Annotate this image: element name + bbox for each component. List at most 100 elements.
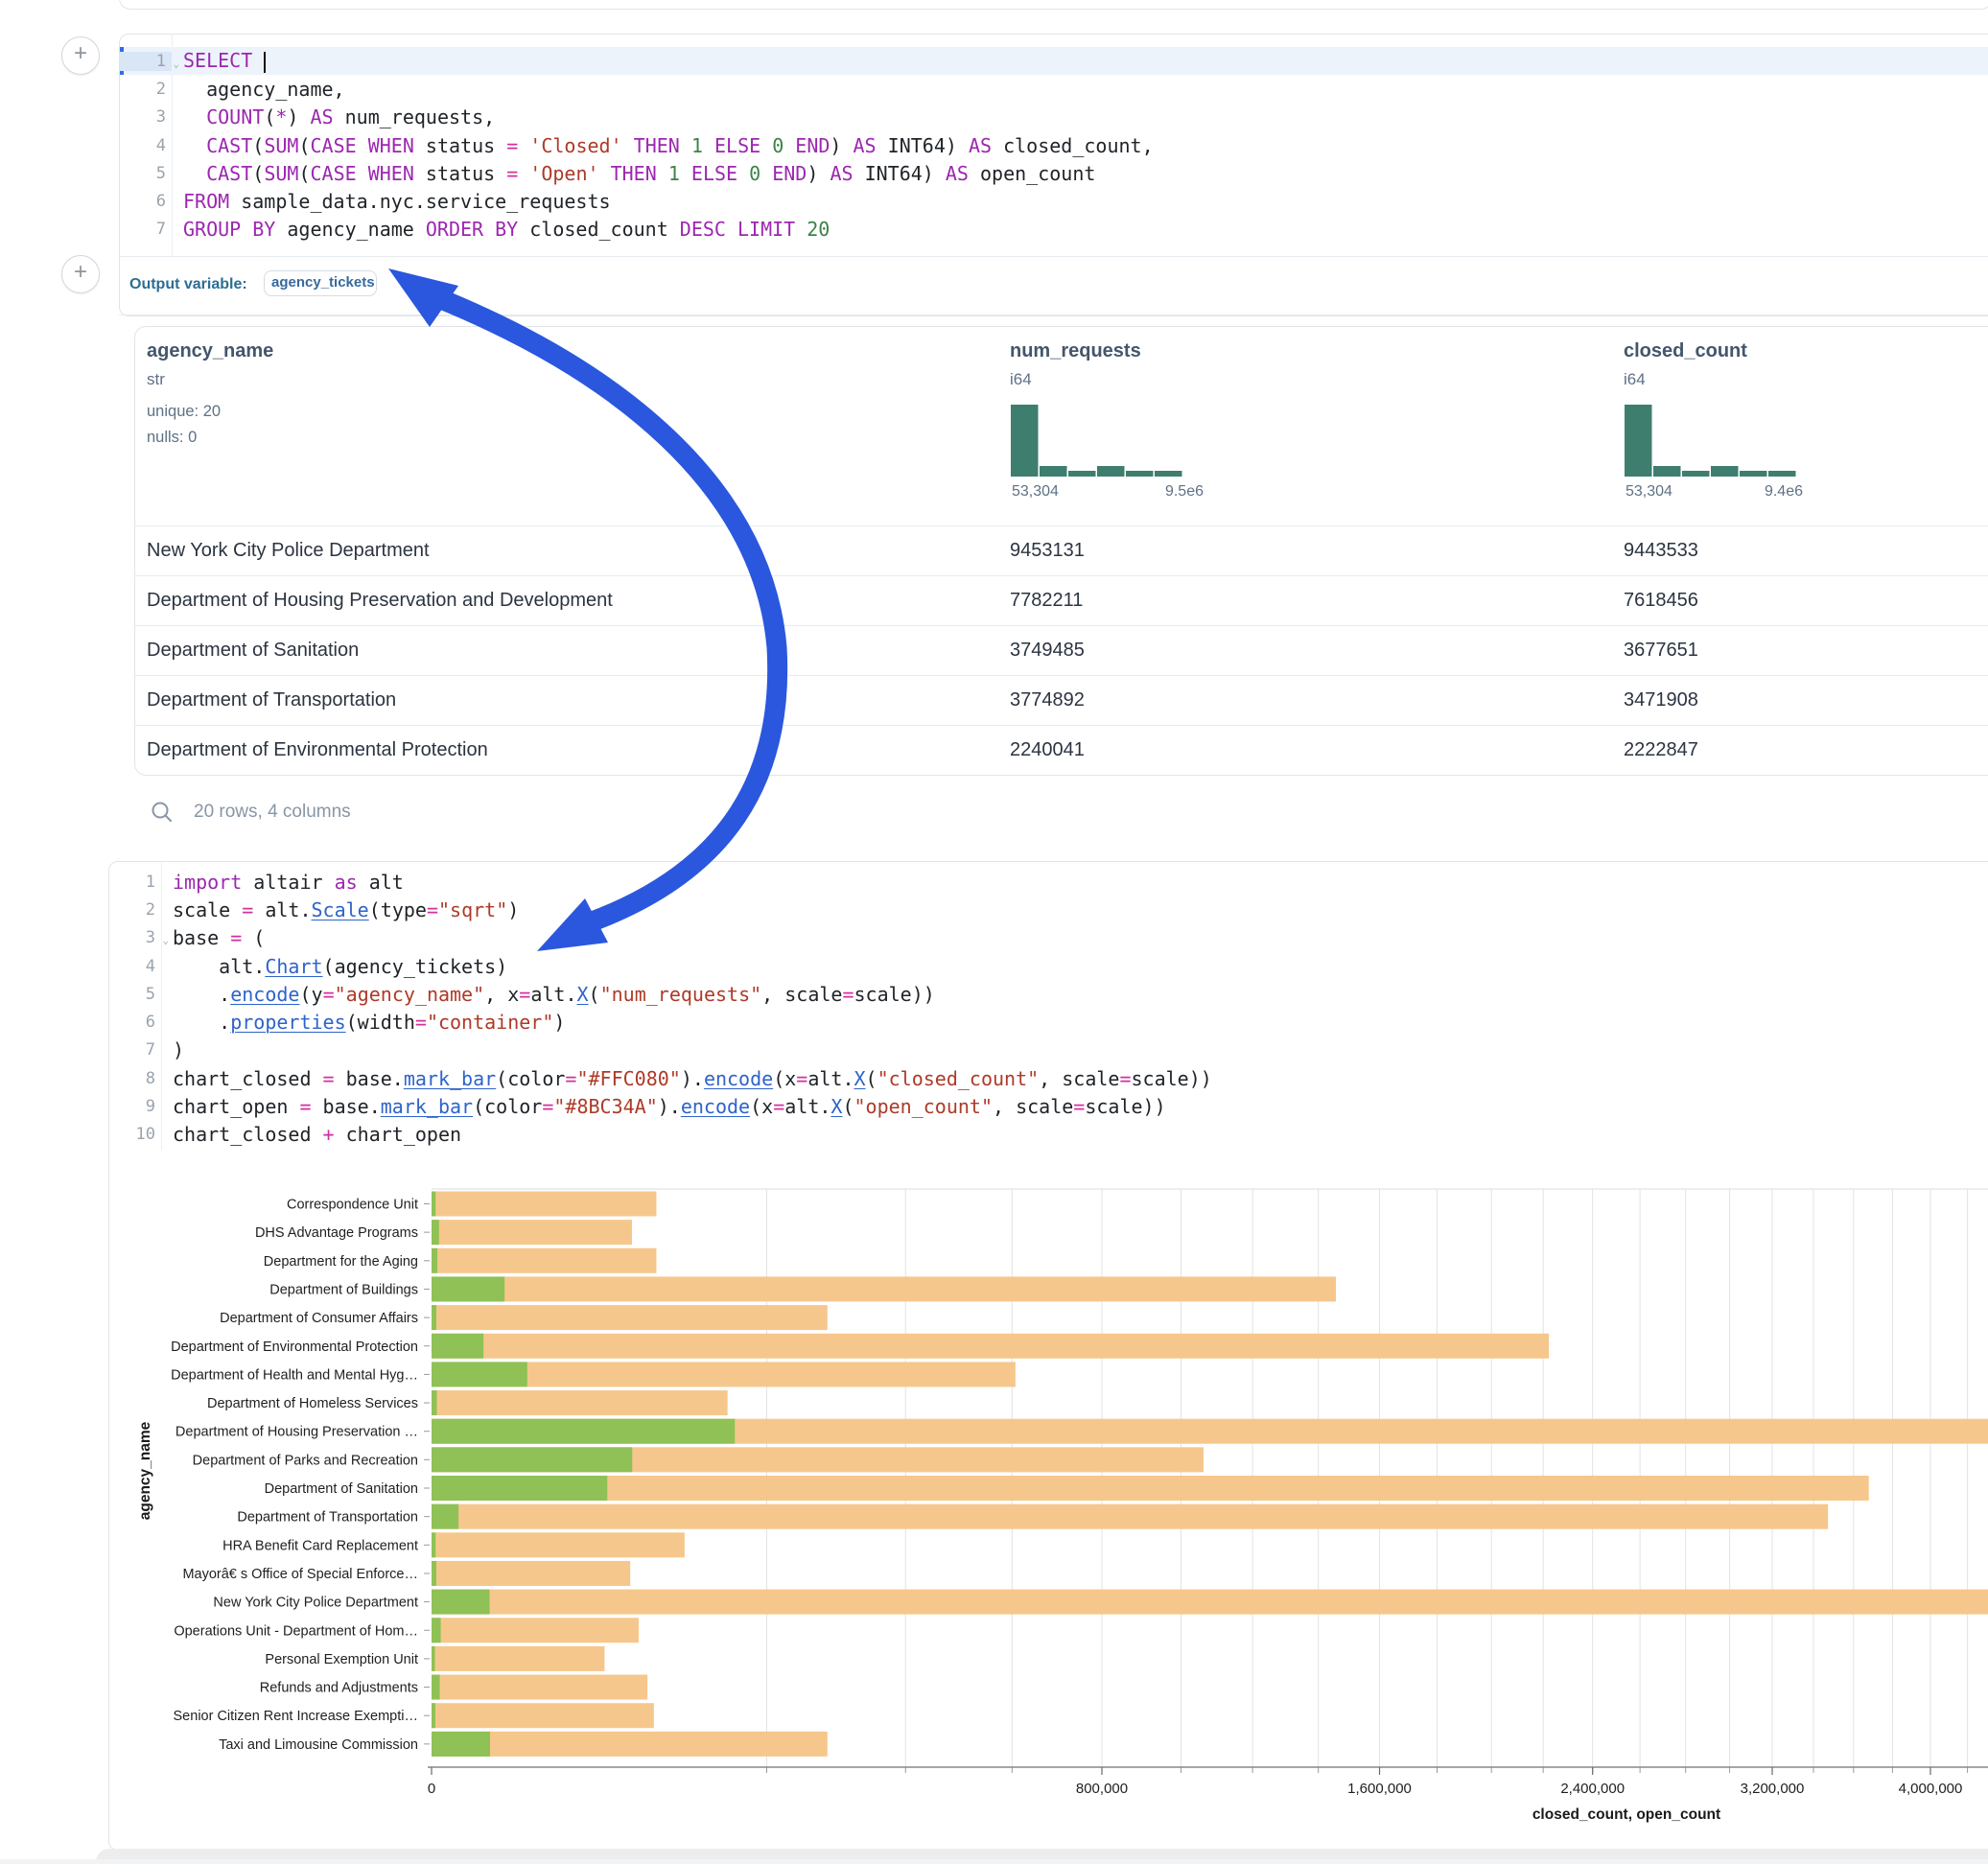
- table-footer: 20 rows, 4 columns: [150, 800, 351, 825]
- table-cell-closed_count: 7618456: [1624, 590, 1698, 612]
- svg-text:Department of Consumer Affairs: Department of Consumer Affairs: [220, 1311, 418, 1326]
- fold-chevron-icon[interactable]: ⌄: [162, 934, 169, 946]
- code-line[interactable]: 4 CAST(SUM(CASE WHEN status = 'Closed' T…: [120, 131, 1988, 159]
- code-line[interactable]: 4 alt.Chart(agency_tickets): [109, 952, 1988, 980]
- svg-text:Department of Buildings: Department of Buildings: [269, 1282, 418, 1297]
- table-cell-num_requests: 2240041: [1010, 739, 1085, 761]
- table-cell-agency_name: Department of Transportation: [147, 689, 396, 711]
- column-header-closed-count[interactable]: closed_count: [1624, 340, 1747, 362]
- svg-text:Taxi and Limousine Commission: Taxi and Limousine Commission: [219, 1737, 418, 1753]
- svg-text:4,000,000: 4,000,000: [1899, 1781, 1963, 1797]
- code-line[interactable]: 2 agency_name,: [120, 75, 1988, 103]
- svg-text:800,000: 800,000: [1076, 1781, 1128, 1797]
- code-line[interactable]: 7GROUP BY agency_name ORDER BY closed_co…: [120, 216, 1988, 244]
- table-row[interactable]: New York City Police Department 9453131 94…: [135, 525, 1988, 576]
- svg-text:Refunds and Adjustments: Refunds and Adjustments: [260, 1681, 418, 1696]
- column-type-num-requests: i64: [1010, 370, 1032, 389]
- next-section-surface: [0, 1859, 1988, 1864]
- svg-text:Department of Sanitation: Department of Sanitation: [265, 1481, 418, 1497]
- num-requests-histogram: [1010, 404, 1183, 477]
- fold-chevron-icon[interactable]: ⌄: [173, 58, 179, 70]
- add-cell-button-output[interactable]: +: [61, 255, 100, 293]
- code-line[interactable]: 6 .properties(width="container"): [109, 1008, 1988, 1036]
- svg-text:0: 0: [428, 1781, 435, 1797]
- table-footer-text: 20 rows, 4 columns: [194, 802, 351, 823]
- dataframe-table: agency_name str unique: 20 nulls: 0 num_…: [134, 326, 1988, 776]
- line-number: 1⌄: [120, 52, 172, 71]
- svg-text:Department of Housing Preserva: Department of Housing Preservation …: [175, 1425, 418, 1440]
- closed-count-histogram-labels: 53,3049.4e6: [1625, 483, 1803, 501]
- code-line[interactable]: 3 COUNT(*) AS num_requests,: [120, 104, 1988, 131]
- column-stat-unique: unique: 20: [147, 403, 221, 421]
- table-row[interactable]: Department of Transportation377489234719…: [135, 675, 1988, 726]
- svg-text:2,400,000: 2,400,000: [1560, 1781, 1625, 1797]
- column-stat-nulls: nulls: 0: [147, 429, 197, 447]
- previous-cell-edge: [119, 0, 1988, 10]
- line-number: 5: [120, 164, 172, 183]
- table-cell-num_requests: 3749485: [1010, 640, 1085, 662]
- code-line[interactable]: 5 CAST(SUM(CASE WHEN status = 'Open' THE…: [120, 159, 1988, 187]
- line-number: 4: [120, 136, 172, 155]
- text-cursor: [264, 52, 266, 73]
- code-line[interactable]: 6FROM sample_data.nyc.service_requests: [120, 187, 1988, 215]
- bar-chart: Correspondence Unit DHS Advantage Program…: [0, 1103, 1988, 1849]
- table-row[interactable]: Department of Sanitation 3749485 3677651: [135, 625, 1988, 676]
- svg-text:HRA Benefit Card Replacement: HRA Benefit Card Replacement: [222, 1538, 418, 1553]
- cell-divider: [120, 256, 1988, 257]
- search-icon[interactable]: [150, 800, 175, 825]
- line-number: 6: [109, 1013, 161, 1032]
- svg-text:New York City Police Departmen: New York City Police Department: [213, 1596, 418, 1611]
- x-axis-title: closed_count, open_count: [1435, 1806, 1818, 1824]
- table-cell-agency_name: New York City Police Department: [147, 540, 430, 562]
- output-variable-label: Output variable:: [129, 276, 247, 293]
- table-row[interactable]: Department of Environmental Protection 22…: [135, 725, 1988, 776]
- code-line[interactable]: 3⌄base = (: [109, 924, 1988, 952]
- line-number: 6: [120, 192, 172, 211]
- svg-text:Department of Homeless Service: Department of Homeless Services: [207, 1396, 418, 1411]
- code-line[interactable]: 2scale = alt.Scale(type="sqrt"): [109, 896, 1988, 923]
- line-number: 7: [120, 220, 172, 239]
- column-type-agency-name: str: [147, 370, 165, 389]
- line-number: 4: [109, 957, 161, 976]
- svg-text:Department for the Aging: Department for the Aging: [264, 1254, 418, 1270]
- code-line[interactable]: 8chart_closed = base.mark_bar(color="#FF…: [109, 1064, 1988, 1092]
- table-cell-closed_count: 9443533: [1624, 540, 1698, 562]
- code-line[interactable]: 1import altair as alt: [109, 868, 1988, 896]
- table-cell-agency_name: Department of Sanitation: [147, 640, 359, 662]
- svg-text:Personal Exemption Unit: Personal Exemption Unit: [265, 1652, 418, 1667]
- line-number: 1: [109, 873, 161, 892]
- table-cell-closed_count: 3677651: [1624, 640, 1698, 662]
- svg-text:Correspondence Unit: Correspondence Unit: [287, 1198, 418, 1213]
- svg-text:1,600,000: 1,600,000: [1347, 1781, 1412, 1797]
- code-line[interactable]: 1⌄SELECT: [120, 47, 1988, 75]
- output-variable-input[interactable]: agency_tickets: [264, 270, 377, 296]
- sql-cell-card: 1⌄SELECT 2 agency_name,3 COUNT(*) AS num…: [119, 34, 1988, 316]
- y-axis-title: agency_name: [137, 1375, 154, 1567]
- column-header-num-requests[interactable]: num_requests: [1010, 340, 1141, 362]
- sql-editor[interactable]: 1⌄SELECT 2 agency_name,3 COUNT(*) AS num…: [120, 35, 1988, 256]
- table-cell-num_requests: 3774892: [1010, 689, 1085, 711]
- add-cell-button-top[interactable]: +: [61, 36, 100, 75]
- code-line[interactable]: 7): [109, 1037, 1988, 1064]
- code-line[interactable]: 5 .encode(y="agency_name", x=alt.X("num_…: [109, 980, 1988, 1008]
- svg-text:DHS Advantage Programs: DHS Advantage Programs: [255, 1225, 418, 1241]
- num-requests-histogram-labels: 53,3049.5e6: [1012, 483, 1204, 501]
- table-cell-agency_name: Department of Environmental Protection: [147, 739, 488, 761]
- svg-text:Department of Health and Menta: Department of Health and Mental Hyg…: [171, 1367, 418, 1383]
- table-cell-agency_name: Department of Housing Preservation and D…: [147, 590, 613, 612]
- column-header-agency-name[interactable]: agency_name: [147, 340, 273, 362]
- svg-text:Operations Unit - Department o: Operations Unit - Department of Hom…: [174, 1623, 418, 1639]
- svg-text:Mayorâ€ s Office of Special En: Mayorâ€ s Office of Special Enforce…: [182, 1567, 418, 1582]
- table-cell-num_requests: 7782211: [1010, 590, 1083, 612]
- svg-text:3,200,000: 3,200,000: [1741, 1781, 1805, 1797]
- table-row[interactable]: Department of Housing Preservation and D…: [135, 575, 1988, 626]
- line-number: 3: [120, 107, 172, 127]
- table-cell-closed_count: 2222847: [1624, 739, 1698, 761]
- line-number: 7: [109, 1040, 161, 1060]
- svg-text:Senior Citizen Rent Increase E: Senior Citizen Rent Increase Exempti…: [174, 1709, 418, 1724]
- line-number: 3⌄: [109, 928, 161, 947]
- line-number: 5: [109, 985, 161, 1004]
- svg-text:Department of Parks and Recrea: Department of Parks and Recreation: [193, 1453, 418, 1468]
- line-number: 8: [109, 1069, 161, 1088]
- table-cell-num_requests: 9453131: [1010, 540, 1085, 562]
